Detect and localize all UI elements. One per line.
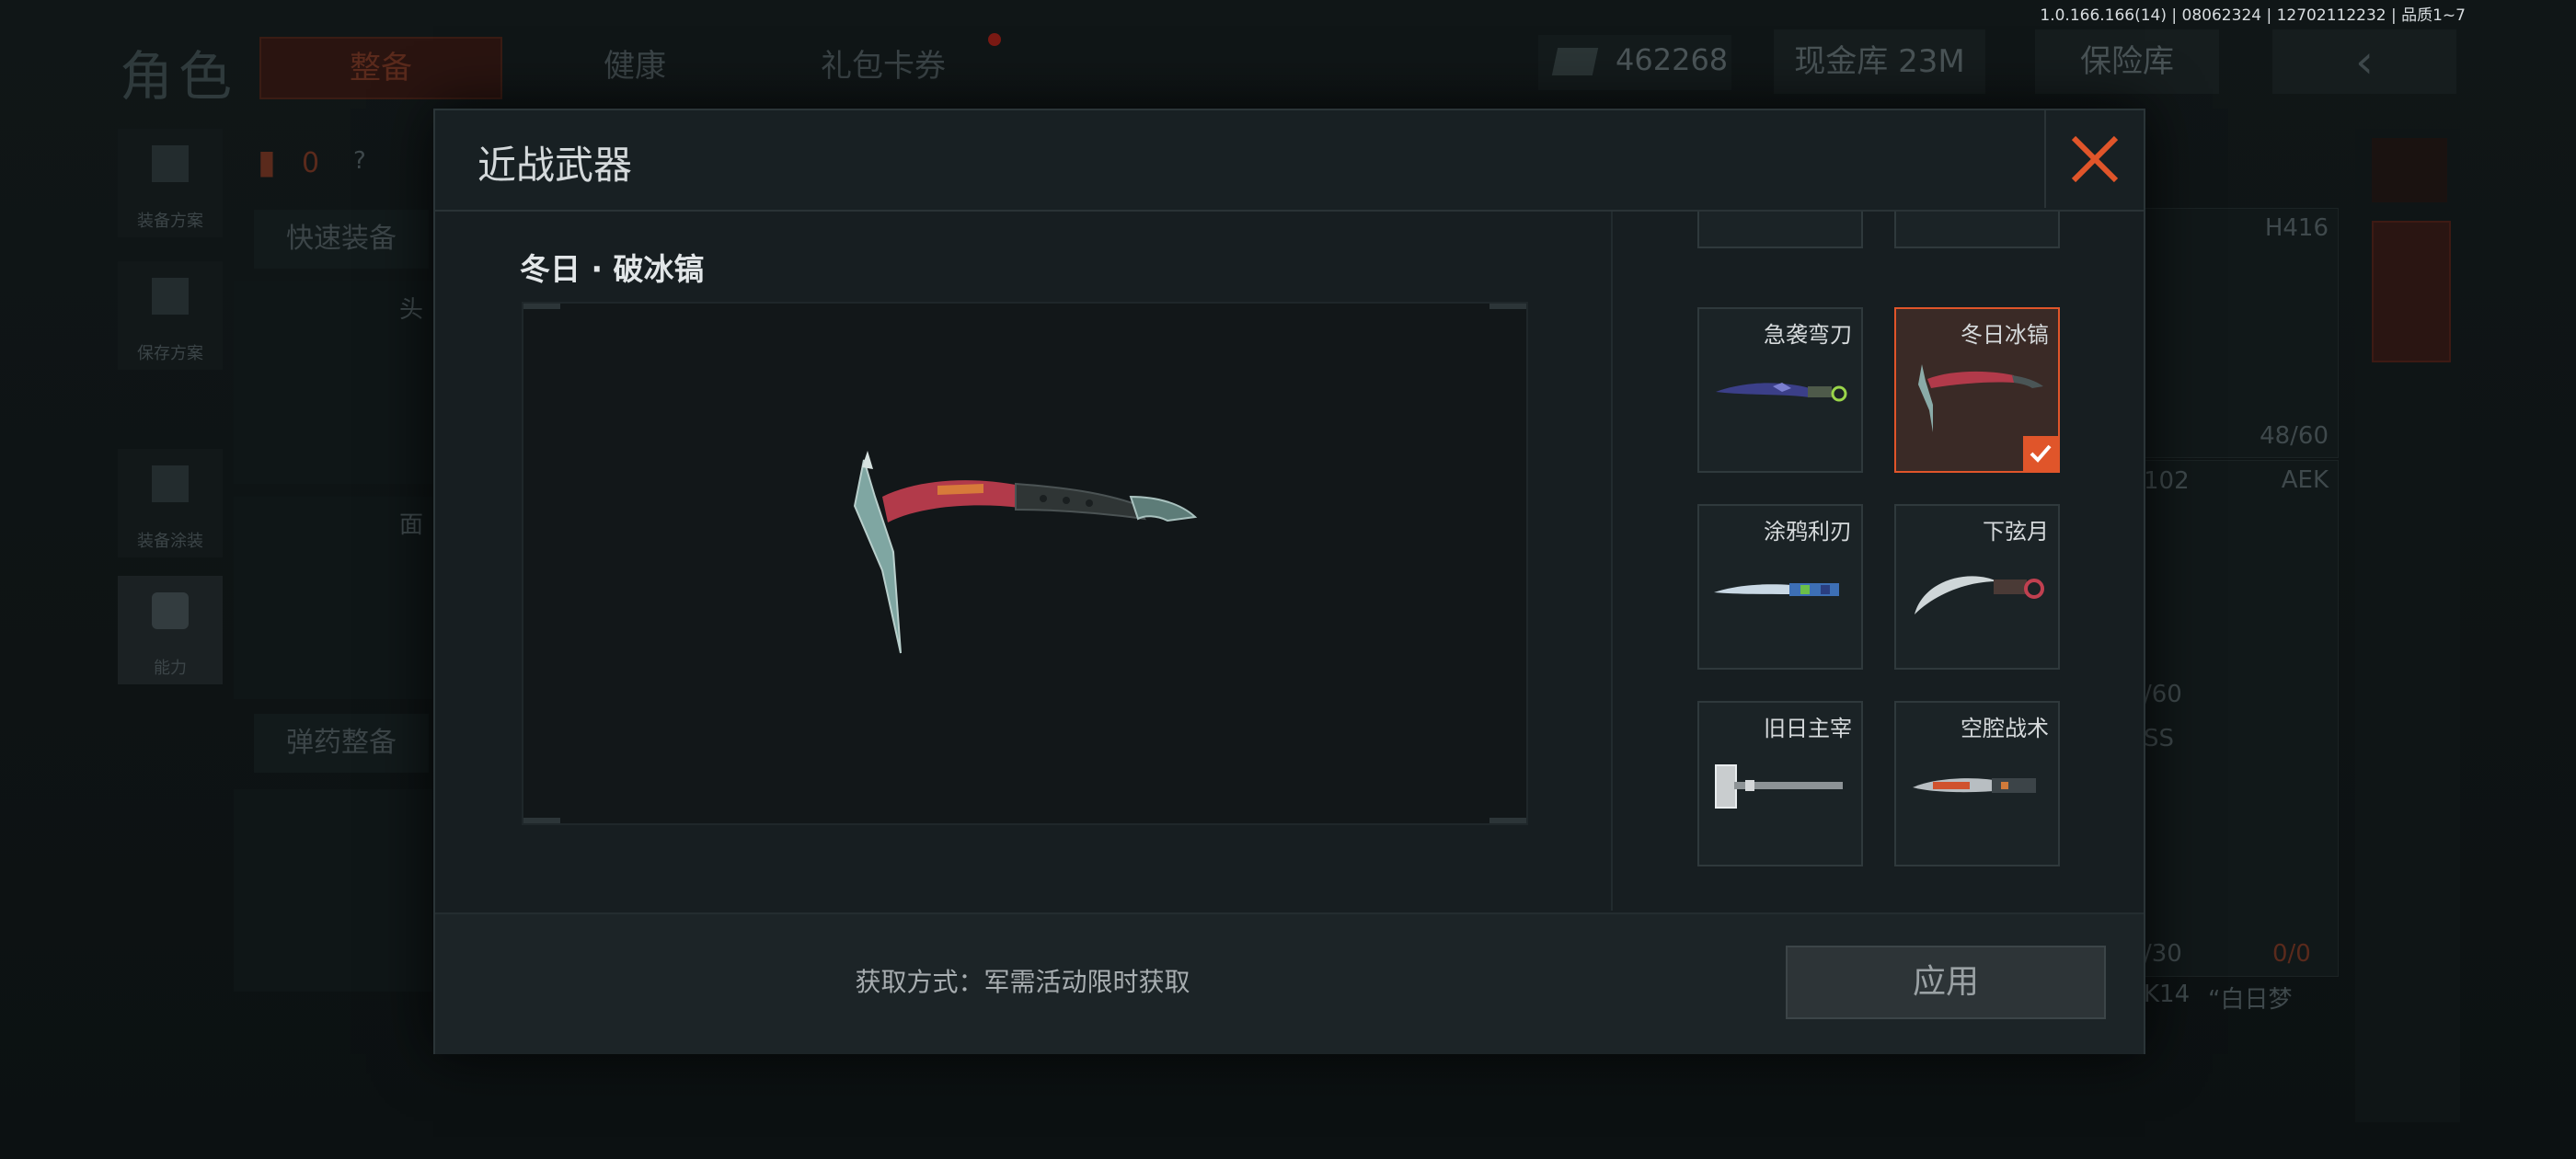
preview-corner [1489,818,1526,823]
check-icon [2030,444,2052,463]
primary-weapon-card[interactable]: H416 48/60 [2144,208,2339,458]
currency-value: 462268 [1616,42,1729,77]
selected-check-badge [2023,436,2058,471]
save-plan-button[interactable]: 保存方案 [118,261,223,370]
helmet-icon [152,465,189,502]
loadout-plan-button[interactable]: 装备方案 [118,129,223,237]
vest-icon [152,145,189,182]
partial-name: SS [2144,725,2175,752]
safe-vault-button[interactable]: 保险库 [2035,29,2219,94]
right-tab-selected[interactable] [2372,221,2451,362]
selected-item-name: 冬日 · 破冰镐 [520,251,705,287]
grid-slot-raid-blade[interactable]: 急袭弯刀 [1697,307,1863,473]
misc-count: 0/0 [2272,940,2311,968]
grid-slot-graffiti-blade[interactable]: 涂鸦利刃 [1697,504,1863,670]
ice-pick-icon [1918,364,2043,432]
stack-icon[interactable] [2372,138,2447,202]
slot-label: 冬日冰镐 [1961,322,2049,348]
dialog-body: 冬日 · 破冰镐 急袭弯刀 冬日冰镐 涂鸦利刃 下弦月 旧日主宰 空腔战术 [435,212,2144,911]
tactical-knife-icon [1913,778,2036,793]
grid-slot-partial[interactable] [1894,212,2060,248]
acquire-method-text: 获取方式：军需活动限时获取 [855,967,1190,997]
loadout-plan-label: 装备方案 [137,212,203,231]
ability-label: 能力 [154,659,187,678]
face-slot[interactable]: 面 [234,497,432,699]
back-button[interactable]: ‹ [2272,29,2456,94]
graffiti-knife-icon [1714,583,1839,596]
misc-ammo: /30 [2144,940,2182,968]
tab-gift[interactable]: 礼包卡券 [754,37,1012,96]
partial-code: 102 [2144,467,2190,495]
partial-ammo: /60 [2144,681,2182,708]
preview-pane: 冬日 · 破冰镐 [435,212,1613,911]
notification-dot [988,33,1001,46]
close-icon [2071,135,2119,183]
preview-corner [523,818,560,823]
quick-equip-button[interactable]: 快速装备 [254,210,429,269]
grid-slot-partial[interactable] [1697,212,1863,248]
build-info: 1.0.166.166(14) | 08062324 | 12702112232… [2040,6,2466,25]
backpack-slot[interactable] [234,789,432,992]
equip-skin-label: 装备涂装 [137,532,203,551]
grid-slot-winter-icepick[interactable]: 冬日冰镐 [1894,307,2060,473]
armor-count: 0 [302,147,320,179]
primary-weapon-name: H416 [2264,214,2329,242]
grid-slot-waning-moon[interactable]: 下弦月 [1894,504,2060,670]
lightning-icon [152,592,189,629]
head-slot[interactable]: 头 [234,281,432,484]
tab-equip[interactable]: 整备 [259,37,502,99]
slot-label: 涂鸦利刃 [1764,519,1852,545]
cash-vault-button[interactable]: 现金库 23M [1774,29,1985,94]
misc-code: K14 [2144,981,2191,1008]
preview-corner [523,304,560,309]
download-icon [152,278,189,315]
ammo-prep-button[interactable]: 弹药整备 [254,714,429,773]
tab-health[interactable]: 健康 [515,37,754,96]
face-slot-label: 面 [399,511,424,539]
save-plan-label: 保存方案 [137,344,203,363]
equip-skin-button[interactable]: 装备涂装 [118,449,223,557]
slot-label: 空腔战术 [1961,716,2049,741]
melee-weapon-dialog: 近战武器 冬日 · 破冰镐 急袭弯刀 冬日冰镐 涂鸦利刃 下弦月 旧日主宰 空腔… [433,109,2145,1054]
secondary-weapon-name: AEK [2281,466,2329,494]
primary-weapon-ammo: 48/60 [2260,422,2329,450]
head-slot-label: 头 [399,296,424,324]
dialog-title: 近战武器 [477,143,633,188]
apply-button[interactable]: 应用 [1786,946,2106,1019]
dialog-header: 近战武器 [435,110,2144,212]
grid-slot-old-master[interactable]: 旧日主宰 [1697,701,1863,866]
slot-label: 旧日主宰 [1764,716,1852,741]
slot-label: 下弦月 [1983,519,2049,545]
help-icon[interactable]: ? [353,147,366,175]
item-preview[interactable] [522,302,1528,825]
close-button[interactable] [2044,110,2144,208]
ability-button[interactable]: 能力 [118,576,223,684]
item-grid: 急袭弯刀 冬日冰镐 涂鸦利刃 下弦月 旧日主宰 空腔战术 [1613,212,2144,911]
crescent-karambit-icon [1915,576,2044,614]
slot-label: 急袭弯刀 [1764,322,1852,348]
grid-slot-hollow-tactics[interactable]: 空腔战术 [1894,701,2060,866]
cash-icon [1551,48,1599,75]
misc-name: “白日梦 [2208,986,2293,1014]
ice-pick-icon [853,451,1198,654]
sledgehammer-icon [1715,764,1843,809]
page-title: 角色 [120,45,238,108]
secondary-weapon-card[interactable]: AEK [2144,460,2339,977]
preview-corner [1489,304,1526,309]
dialog-footer: 获取方式：军需活动限时获取 应用 [435,912,2144,1054]
armor-icon: ▮ [258,143,276,181]
karambit-blade-icon [1716,383,1847,402]
